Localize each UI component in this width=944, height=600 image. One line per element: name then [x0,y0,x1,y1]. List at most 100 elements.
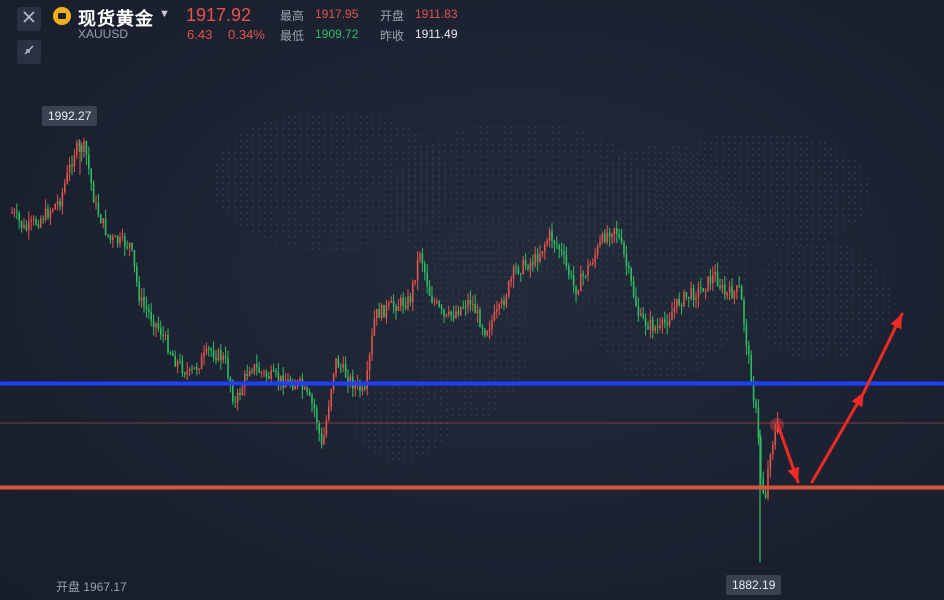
map-dot [752,160,754,162]
map-dot [372,188,374,190]
map-dot [426,210,428,212]
map-dot [420,140,422,142]
candle-body [584,275,587,277]
map-dot [522,162,524,164]
map-dot [392,428,394,430]
map-dot [354,248,356,250]
map-dot [606,188,608,190]
map-dot [300,122,302,124]
map-dot [834,252,836,254]
map-dot [840,306,842,308]
map-dot [336,188,338,190]
map-dot [470,336,472,338]
candle-body [28,220,30,230]
candle-body [200,356,203,370]
map-dot [426,146,428,148]
map-dot [362,434,364,436]
close-button[interactable] [17,7,41,31]
map-dot [330,128,332,130]
map-dot [788,196,790,198]
map-dot [464,252,466,254]
map-dot [606,144,608,146]
map-dot [390,218,392,220]
candle-body [164,334,167,336]
map-dot [618,212,620,214]
map-dot [426,198,428,200]
map-dot [234,218,236,220]
map-dot [468,240,470,242]
map-dot [432,156,434,158]
map-dot [476,276,478,278]
map-dot [818,238,820,240]
map-dot [456,174,458,176]
map-dot [378,164,380,166]
map-dot [528,186,530,188]
map-dot [494,408,496,410]
map-dot [366,152,368,154]
map-dot [752,220,754,222]
collapse-button[interactable] [17,40,41,64]
map-dot [678,158,680,160]
map-dot [816,264,818,266]
map-dot [804,282,806,284]
map-dot [378,122,380,124]
map-dot [624,344,626,346]
map-dot [348,170,350,172]
map-dot [404,404,406,406]
map-dot [612,338,614,340]
map-dot [408,218,410,220]
map-dot [630,338,632,340]
map-dot [524,312,526,314]
map-dot [618,248,620,250]
map-dot [794,232,796,234]
candle-body [635,296,637,307]
map-dot [630,242,632,244]
map-dot [678,164,680,166]
map-dot [828,330,830,332]
map-dot [576,198,578,200]
map-dot [648,194,650,196]
map-dot [564,144,566,146]
map-dot [630,236,632,238]
map-dot [648,284,650,286]
map-dot [770,196,772,198]
map-dot [468,186,470,188]
map-dot [450,180,452,182]
map-dot [672,212,674,214]
map-dot [576,266,578,268]
map-dot [684,200,686,202]
map-dot [876,330,878,332]
map-dot [396,216,398,218]
map-dot [374,404,376,406]
map-dot [482,258,484,260]
map-dot [866,184,868,186]
map-dot [404,392,406,394]
map-dot [270,164,272,166]
map-dot [576,270,578,272]
map-dot [462,270,464,272]
map-dot [240,146,242,148]
map-dot [678,338,680,340]
map-dot [612,252,614,254]
map-dot [594,236,596,238]
map-dot [734,166,736,168]
map-dot [276,146,278,148]
map-dot [486,234,488,236]
candle-body [320,433,323,445]
candle-body [419,253,421,260]
map-dot [510,126,512,128]
map-dot [440,294,442,296]
map-dot [630,158,632,160]
map-dot [408,194,410,196]
map-dot [636,326,638,328]
map-dot [806,172,808,174]
map-dot [300,194,302,196]
map-dot [666,284,668,286]
chevron-down-icon[interactable]: ▼ [159,8,170,20]
map-dot [498,150,500,152]
map-dot [438,156,440,158]
map-dot [648,242,650,244]
map-dot [318,206,320,208]
candle-body [709,276,712,284]
map-dot [420,234,422,236]
